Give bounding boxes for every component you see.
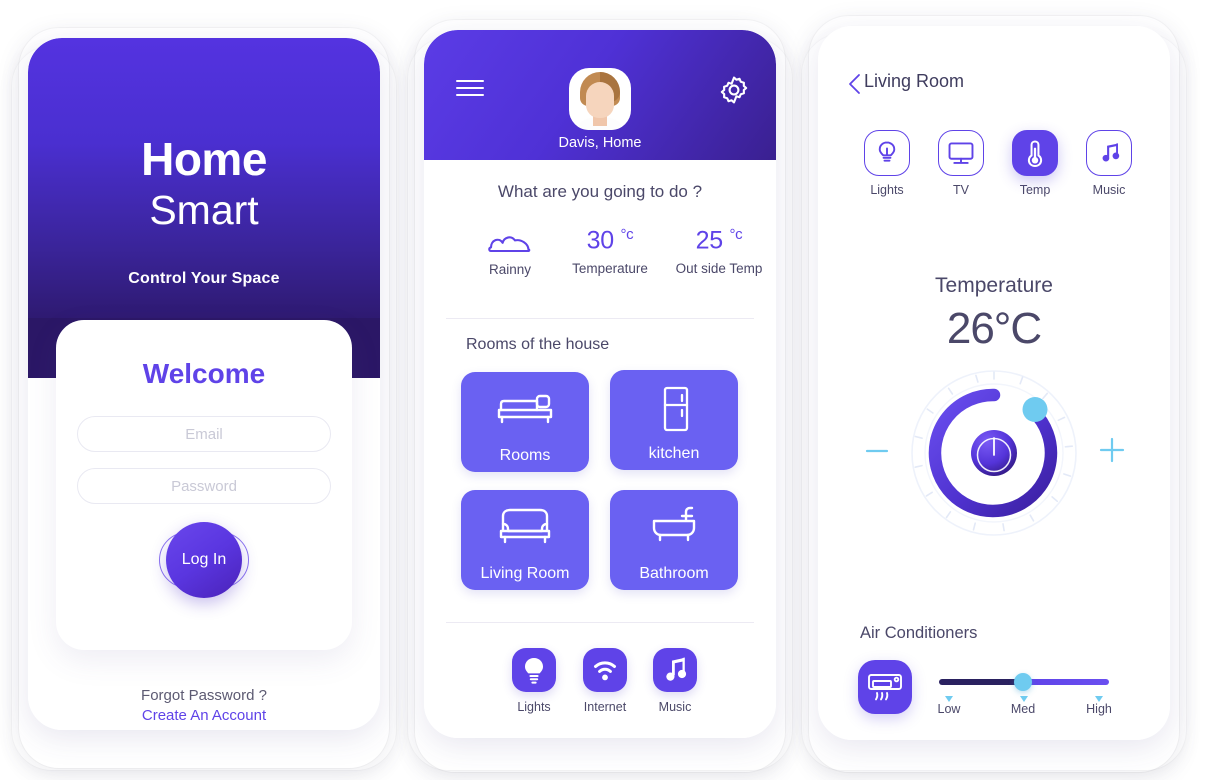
- thermometer-icon: [1012, 130, 1058, 176]
- brand-block: Home Smart: [28, 134, 380, 236]
- weather-row: Rainny 30 °c Temperature 25 °c Out side …: [424, 226, 776, 304]
- room-card-kitchen[interactable]: kitchen: [610, 370, 738, 470]
- create-account-link[interactable]: Create An Account: [28, 706, 380, 726]
- quick-action-lights[interactable]: Lights: [498, 648, 570, 714]
- brand-line-smart: Smart: [149, 187, 259, 233]
- slider-label-low: Low: [937, 702, 961, 716]
- outside-temp-value: 25: [695, 226, 724, 255]
- slider-tick-icon: [944, 690, 954, 702]
- avatar[interactable]: [569, 68, 631, 130]
- room-card-bathroom[interactable]: Bathroom: [610, 490, 738, 590]
- slider-label-high: High: [1086, 702, 1112, 716]
- device-tab-label: Music: [1092, 183, 1126, 197]
- gear-icon[interactable]: [718, 74, 750, 106]
- inside-temp-unit: °c: [620, 226, 634, 243]
- weather-outside-temp: 25 °c Out side Temp: [662, 226, 776, 276]
- quick-action-label: Internet: [583, 700, 627, 714]
- device-tab-label: TV: [953, 183, 969, 197]
- room-label: Bathroom: [639, 565, 709, 582]
- page-title: Living Room: [864, 71, 965, 91]
- device-tab-label: Temp: [1019, 183, 1051, 197]
- room-label: Rooms: [499, 447, 551, 464]
- forgot-password-link[interactable]: Forgot Password ?: [28, 686, 380, 706]
- slider-handle[interactable]: [1014, 673, 1032, 691]
- login-links: Forgot Password ? Create An Account: [28, 686, 380, 726]
- quick-action-label: Music: [658, 700, 692, 714]
- phone-2-dashboard: Davis, Home What are you going to do ? R…: [424, 30, 776, 738]
- slider-tick-icon: [1019, 690, 1029, 702]
- fan-speed-slider[interactable]: Low Med High: [938, 673, 1112, 724]
- device-tab-music[interactable]: Music: [1072, 130, 1146, 197]
- temperature-label: Temperature: [935, 274, 1053, 297]
- room-label: kitchen: [648, 445, 700, 462]
- quick-action-music[interactable]: Music: [639, 648, 711, 714]
- temperature-decrease-button[interactable]: [864, 438, 890, 464]
- inside-temp-value: 30: [586, 226, 615, 255]
- device-tabs: Lights TV Temp Music: [818, 130, 1170, 228]
- temperature-dial[interactable]: [909, 368, 1079, 538]
- music-note-icon: [1086, 130, 1132, 176]
- fridge-icon: [610, 386, 738, 437]
- rooms-section-title: Rooms of the house: [466, 336, 610, 353]
- hamburger-icon[interactable]: [456, 80, 484, 98]
- screen-room-detail: Living Room Lights TV Temp Music Tempera…: [818, 26, 1170, 740]
- air-conditioner-icon[interactable]: [858, 660, 912, 714]
- air-conditioners-title: Air Conditioners: [860, 624, 978, 642]
- divider-top: [446, 318, 754, 319]
- quick-action-label: Lights: [517, 700, 551, 714]
- screen-login: Home Smart Control Your Space Welcome Lo…: [28, 38, 380, 730]
- phone-3-room-detail: Living Room Lights TV Temp Music Tempera…: [818, 26, 1170, 740]
- device-tab-tv[interactable]: TV: [924, 130, 998, 197]
- temperature-value: 26°C: [946, 304, 1042, 353]
- tv-icon: [938, 130, 984, 176]
- sofa-icon: [461, 506, 589, 551]
- outside-temp-unit: °c: [729, 226, 743, 243]
- weather-inside-temp: 30 °c Temperature: [555, 226, 665, 276]
- device-tab-label: Lights: [870, 183, 904, 197]
- quick-actions-row: Lights Internet Music: [424, 648, 776, 728]
- dashboard-question: What are you going to do ?: [497, 182, 703, 201]
- password-field[interactable]: [77, 468, 331, 504]
- temperature-increase-button[interactable]: [1098, 436, 1126, 464]
- mockup-canvas: Home Smart Control Your Space Welcome Lo…: [0, 0, 1211, 780]
- wifi-icon: [583, 648, 627, 692]
- weather-condition: Rainny: [464, 226, 556, 277]
- brand-line-home: Home: [141, 133, 267, 185]
- bed-icon: [461, 388, 589, 433]
- divider-bottom: [446, 622, 754, 623]
- room-label: Living Room: [480, 565, 570, 582]
- bulb-icon: [864, 130, 910, 176]
- user-name: Davis, Home: [558, 135, 642, 151]
- email-field[interactable]: [77, 416, 331, 452]
- bulb-icon: [512, 648, 556, 692]
- device-tab-temp[interactable]: Temp: [998, 130, 1072, 197]
- login-card: Welcome Log In: [56, 320, 352, 650]
- outside-temp-label: Out side Temp: [675, 261, 763, 277]
- slider-tick-icon: [1094, 690, 1104, 702]
- bathtub-icon: [610, 506, 738, 551]
- quick-action-internet[interactable]: Internet: [569, 648, 641, 714]
- screen-dashboard: Davis, Home What are you going to do ? R…: [424, 30, 776, 738]
- inside-temp-label: Temperature: [572, 261, 648, 277]
- weather-condition-label: Rainny: [488, 262, 532, 277]
- room-card-rooms[interactable]: Rooms: [461, 372, 589, 472]
- welcome-heading: Welcome: [142, 358, 266, 389]
- login-button[interactable]: Log In: [166, 522, 242, 598]
- room-card-living-room[interactable]: Living Room: [461, 490, 589, 590]
- music-note-icon: [653, 648, 697, 692]
- slider-label-med: Med: [1010, 702, 1036, 716]
- brand-tagline: Control Your Space: [128, 270, 280, 287]
- login-button-area: Log In: [56, 518, 352, 608]
- cloud-icon: [487, 230, 533, 256]
- phone-1-login: Home Smart Control Your Space Welcome Lo…: [28, 38, 380, 730]
- device-tab-lights[interactable]: Lights: [850, 130, 924, 197]
